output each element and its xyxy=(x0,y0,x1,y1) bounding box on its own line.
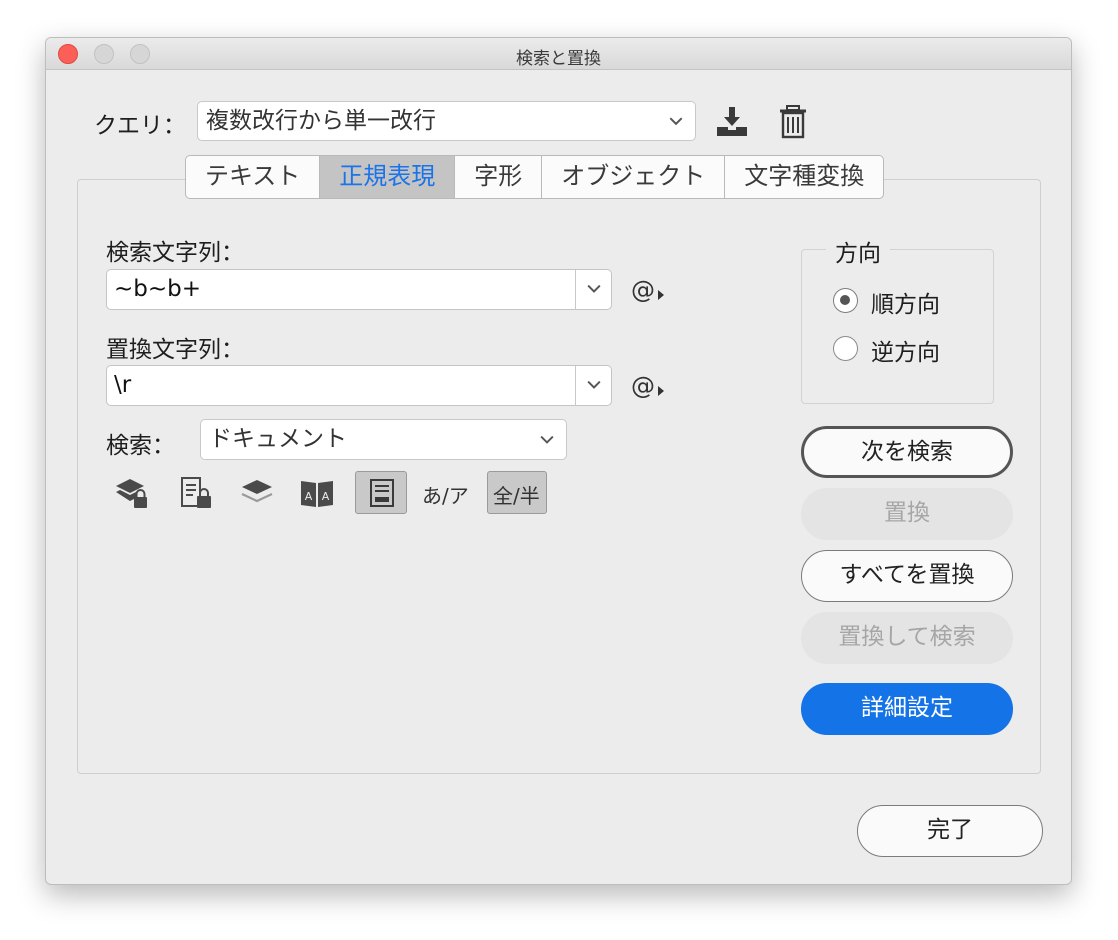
arrow-right-icon xyxy=(658,290,664,300)
replace-find-button[interactable]: 置換して検索 xyxy=(801,612,1013,664)
done-button[interactable]: 完了 xyxy=(857,805,1043,857)
trash-icon[interactable] xyxy=(775,104,811,140)
chevron-down-icon xyxy=(540,435,554,444)
hidden-layers-icon[interactable] xyxy=(239,475,275,511)
forward-radio[interactable] xyxy=(833,288,858,313)
find-next-button[interactable]: 次を検索 xyxy=(801,426,1013,478)
search-scope-label: 検索： xyxy=(106,433,175,459)
replace-all-button[interactable]: すべてを置換 xyxy=(801,550,1013,602)
query-select-value: 複数改行から単一改行 xyxy=(206,108,436,134)
change-to-label: 置換文字列： xyxy=(106,337,244,363)
find-what-input[interactable]: ~b~b+ xyxy=(106,269,612,310)
locked-stories-icon[interactable] xyxy=(179,475,215,511)
svg-text:A: A xyxy=(322,490,330,503)
save-download-icon[interactable] xyxy=(714,104,750,140)
forward-label[interactable]: 順方向 xyxy=(871,285,940,319)
search-scope-value: ドキュメント xyxy=(209,426,347,452)
tab-object[interactable]: オブジェクト xyxy=(542,156,726,198)
search-scope-select[interactable]: ドキュメント xyxy=(200,419,567,460)
change-to-value: \r xyxy=(114,372,132,398)
tab-transliterate[interactable]: 文字種変換 xyxy=(725,156,883,198)
tab-glyph[interactable]: 字形 xyxy=(455,156,543,198)
find-what-label: 検索文字列： xyxy=(106,240,244,266)
kana-sensitive-toggle[interactable]: あ/ア xyxy=(422,480,469,509)
find-what-value: ~b~b+ xyxy=(114,276,202,302)
backward-radio[interactable] xyxy=(833,336,858,361)
window-title: 検索と置換 xyxy=(516,49,601,69)
direction-group xyxy=(801,249,994,404)
find-replace-dialog: 検索と置換 クエリ： 複数改行から単一改行 テキスト 正規表現 字形 オブジェク… xyxy=(45,37,1072,885)
chevron-down-icon xyxy=(669,117,683,126)
title-bar: 検索と置換 xyxy=(46,38,1071,70)
footnotes-toggle[interactable] xyxy=(355,471,407,514)
change-special-characters-button[interactable]: @ xyxy=(631,372,664,400)
master-pages-icon[interactable]: A A xyxy=(299,475,335,511)
tab-grep[interactable]: 正規表現 xyxy=(320,156,456,198)
query-label: クエリ： xyxy=(94,113,186,139)
backward-label[interactable]: 逆方向 xyxy=(871,333,940,367)
tab-text[interactable]: テキスト xyxy=(186,156,321,198)
advanced-settings-button[interactable]: 詳細設定 xyxy=(801,683,1013,735)
width-sensitive-toggle[interactable]: 全/半 xyxy=(487,471,547,514)
chevron-down-icon xyxy=(587,380,601,389)
footnotes-icon xyxy=(370,479,394,507)
width-sensitive-label: 全/半 xyxy=(493,484,540,508)
svg-text:A: A xyxy=(305,490,313,503)
tab-bar: テキスト 正規表現 字形 オブジェクト 文字種変換 xyxy=(185,155,885,199)
replace-button[interactable]: 置換 xyxy=(801,488,1013,540)
query-select[interactable]: 複数改行から単一改行 xyxy=(197,101,696,141)
direction-title: 方向 xyxy=(826,234,890,268)
chevron-down-icon xyxy=(587,284,601,293)
arrow-right-icon xyxy=(658,386,664,396)
change-to-input[interactable]: \r xyxy=(106,365,612,406)
change-history-dropdown[interactable] xyxy=(575,366,611,405)
find-special-characters-button[interactable]: @ xyxy=(631,276,664,304)
find-history-dropdown[interactable] xyxy=(575,270,611,309)
locked-layers-icon[interactable] xyxy=(114,475,150,511)
